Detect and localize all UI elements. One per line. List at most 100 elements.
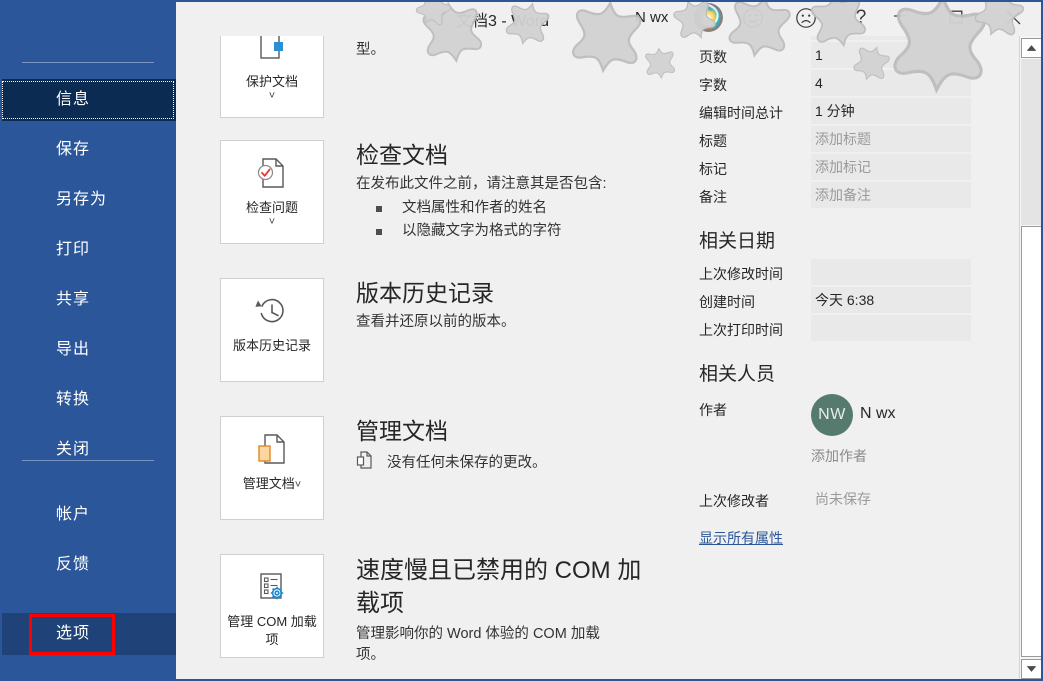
smiley-face-icon[interactable]: [741, 6, 767, 30]
sidebar-item-label: 关闭: [56, 441, 90, 458]
property-value[interactable]: 今天 6:38: [811, 287, 971, 313]
colorful-swirl-avatar-icon[interactable]: [694, 3, 723, 32]
property-key: 上次打印时间: [699, 320, 783, 340]
add-author-field[interactable]: 添加作者: [811, 446, 867, 466]
tile-com-addins: 管理 COM 加载项 速度慢且已禁用的 COM 加载项 管理影响你的 Word …: [206, 554, 676, 658]
help-button[interactable]: ?: [848, 6, 874, 30]
property-row-last-printed: 上次打印时间: [690, 315, 1019, 343]
sidebar-item-save-as[interactable]: 另存为: [0, 179, 176, 221]
version-history-button[interactable]: 版本历史记录: [220, 278, 324, 382]
tile-button-label: 管理文档˅: [226, 475, 318, 494]
minimize-button[interactable]: [877, 0, 923, 34]
sidebar-item-info[interactable]: 信息: [0, 79, 176, 121]
property-value[interactable]: [811, 259, 971, 285]
property-value[interactable]: 1 分钟: [811, 98, 971, 124]
tile-paragraph: 管理影响你的 Word 体验的 COM 加载项。: [356, 624, 624, 666]
manage-document-icon: [251, 427, 293, 473]
property-key: 编辑时间总计: [699, 103, 783, 123]
tile-version-history: 版本历史记录 版本历史记录 查看并还原以前的版本。: [206, 278, 676, 382]
property-row-pages: 页数 1: [690, 42, 1019, 70]
scrollbar-thumb[interactable]: [1021, 59, 1042, 225]
vertical-scrollbar[interactable]: [1019, 36, 1043, 681]
account-name-label[interactable]: N wx: [635, 9, 668, 26]
property-row-last-modified: 上次修改时间: [690, 259, 1019, 287]
sidebar-top-accent: [0, 0, 176, 4]
chevron-down-icon[interactable]: ˅: [269, 90, 275, 102]
tile-paragraph: 没有任何未保存的更改。: [387, 455, 547, 471]
sidebar-item-save[interactable]: 保存: [0, 129, 176, 171]
property-row-created: 创建时间 今天 6:38: [690, 287, 1019, 315]
property-row-comments: 备注 添加备注: [690, 182, 1019, 210]
sidebar-item-feedback[interactable]: 反馈: [0, 544, 176, 586]
property-key: 标题: [699, 131, 727, 151]
avatar[interactable]: NW: [811, 394, 853, 436]
property-row-title: 标题 添加标题: [690, 126, 1019, 154]
options-annotation-rectangle: [29, 614, 115, 655]
title-bar-accent: [176, 0, 1043, 2]
word-backstage-window: 信息 保存 另存为 打印 共享 导出 转换 关闭 帐户 反馈 选项 文档3 - …: [0, 0, 1043, 681]
list-item: 文档属性和作者的姓名: [356, 197, 676, 220]
close-button[interactable]: [990, 0, 1036, 34]
tile-text-block: 版本历史记录 查看并还原以前的版本。: [356, 278, 676, 382]
property-value[interactable]: [811, 315, 971, 341]
sidebar-divider-top: [22, 62, 154, 63]
related-people-heading: 相关人员: [699, 359, 1019, 386]
frown-face-icon[interactable]: [794, 6, 820, 30]
check-for-issues-button[interactable]: 检查问题 ˅: [220, 140, 324, 244]
property-value[interactable]: 1: [811, 42, 971, 68]
tile-manage-document: 管理文档˅ 管理文档 没有任何未保存的更改。: [206, 416, 676, 520]
tile-button-label-text: 管理文档: [243, 476, 295, 491]
property-key: 上次修改时间: [699, 264, 783, 284]
sidebar-item-close[interactable]: 关闭: [0, 429, 176, 471]
com-addins-gear-icon: [251, 565, 293, 611]
tile-button-label: 保护文档: [226, 73, 318, 90]
chevron-down-icon[interactable]: ˅: [269, 216, 275, 228]
property-key: 备注: [699, 187, 727, 207]
protect-document-icon: [252, 36, 292, 71]
property-row-tags: 标记 添加标记: [690, 154, 1019, 182]
sidebar-item-label: 另存为: [56, 191, 107, 208]
manage-com-addins-button[interactable]: 管理 COM 加载项: [220, 554, 324, 658]
sidebar-item-print[interactable]: 打印: [0, 229, 176, 271]
manage-document-button[interactable]: 管理文档˅: [220, 416, 324, 520]
property-key: 页数: [699, 47, 727, 67]
tile-button-label: 管理 COM 加载项: [226, 613, 318, 649]
sidebar-item-label: 信息: [56, 91, 90, 108]
sidebar-item-account[interactable]: 帐户: [0, 494, 176, 536]
property-key: 大小: [699, 36, 727, 39]
tile-paragraph: 在发布此文件之前，请注意其是否包含:: [356, 174, 676, 195]
scroll-down-arrow-icon[interactable]: [1021, 659, 1042, 679]
property-row-total-editing-time: 编辑时间总计 1 分钟: [690, 98, 1019, 126]
show-all-properties-link[interactable]: 显示所有属性: [699, 528, 783, 548]
property-value[interactable]: 添加标题: [811, 126, 971, 152]
related-dates-heading: 相关日期: [699, 226, 1019, 253]
sidebar-item-transform[interactable]: 转换: [0, 379, 176, 421]
protect-document-button[interactable]: 保护文档 ˅: [220, 36, 324, 118]
tile-heading: 版本历史记录: [356, 278, 676, 308]
sidebar-item-label: 反馈: [56, 556, 90, 573]
version-history-clock-icon: [251, 289, 293, 335]
tile-inspect-document: 检查问题 ˅ 检查文档 在发布此文件之前，请注意其是否包含: 文档属性和作者的姓…: [206, 140, 676, 244]
author-name: N wx: [860, 405, 896, 423]
inspect-bullet-list: 文档属性和作者的姓名 以隐藏文字为格式的字符: [356, 197, 676, 243]
property-value[interactable]: 添加备注: [811, 182, 971, 208]
scrollbar-track[interactable]: [1021, 226, 1042, 657]
tile-heading: 管理文档: [356, 416, 676, 446]
sidebar-item-share[interactable]: 共享: [0, 279, 176, 321]
tile-heading: 速度慢且已禁用的 COM 加载项: [356, 554, 656, 620]
property-value[interactable]: 4: [811, 70, 971, 96]
property-key: 创建时间: [699, 292, 755, 312]
sidebar-item-label: 保存: [56, 141, 90, 158]
scroll-up-arrow-icon[interactable]: [1021, 38, 1042, 58]
maximize-button[interactable]: [933, 0, 979, 34]
property-value[interactable]: 尚未保存: [811, 36, 971, 40]
sidebar-item-export[interactable]: 导出: [0, 329, 176, 371]
property-value[interactable]: 添加标记: [811, 154, 971, 180]
property-key: 上次修改者: [699, 491, 769, 511]
tile-button-label: 版本历史记录: [226, 337, 318, 354]
author-row: 作者 NW N wx: [690, 392, 1019, 446]
tile-paragraph: 型。: [356, 36, 676, 61]
property-key: 作者: [699, 400, 727, 420]
chevron-down-icon[interactable]: ˅: [295, 477, 301, 494]
property-value[interactable]: 尚未保存: [811, 486, 971, 512]
